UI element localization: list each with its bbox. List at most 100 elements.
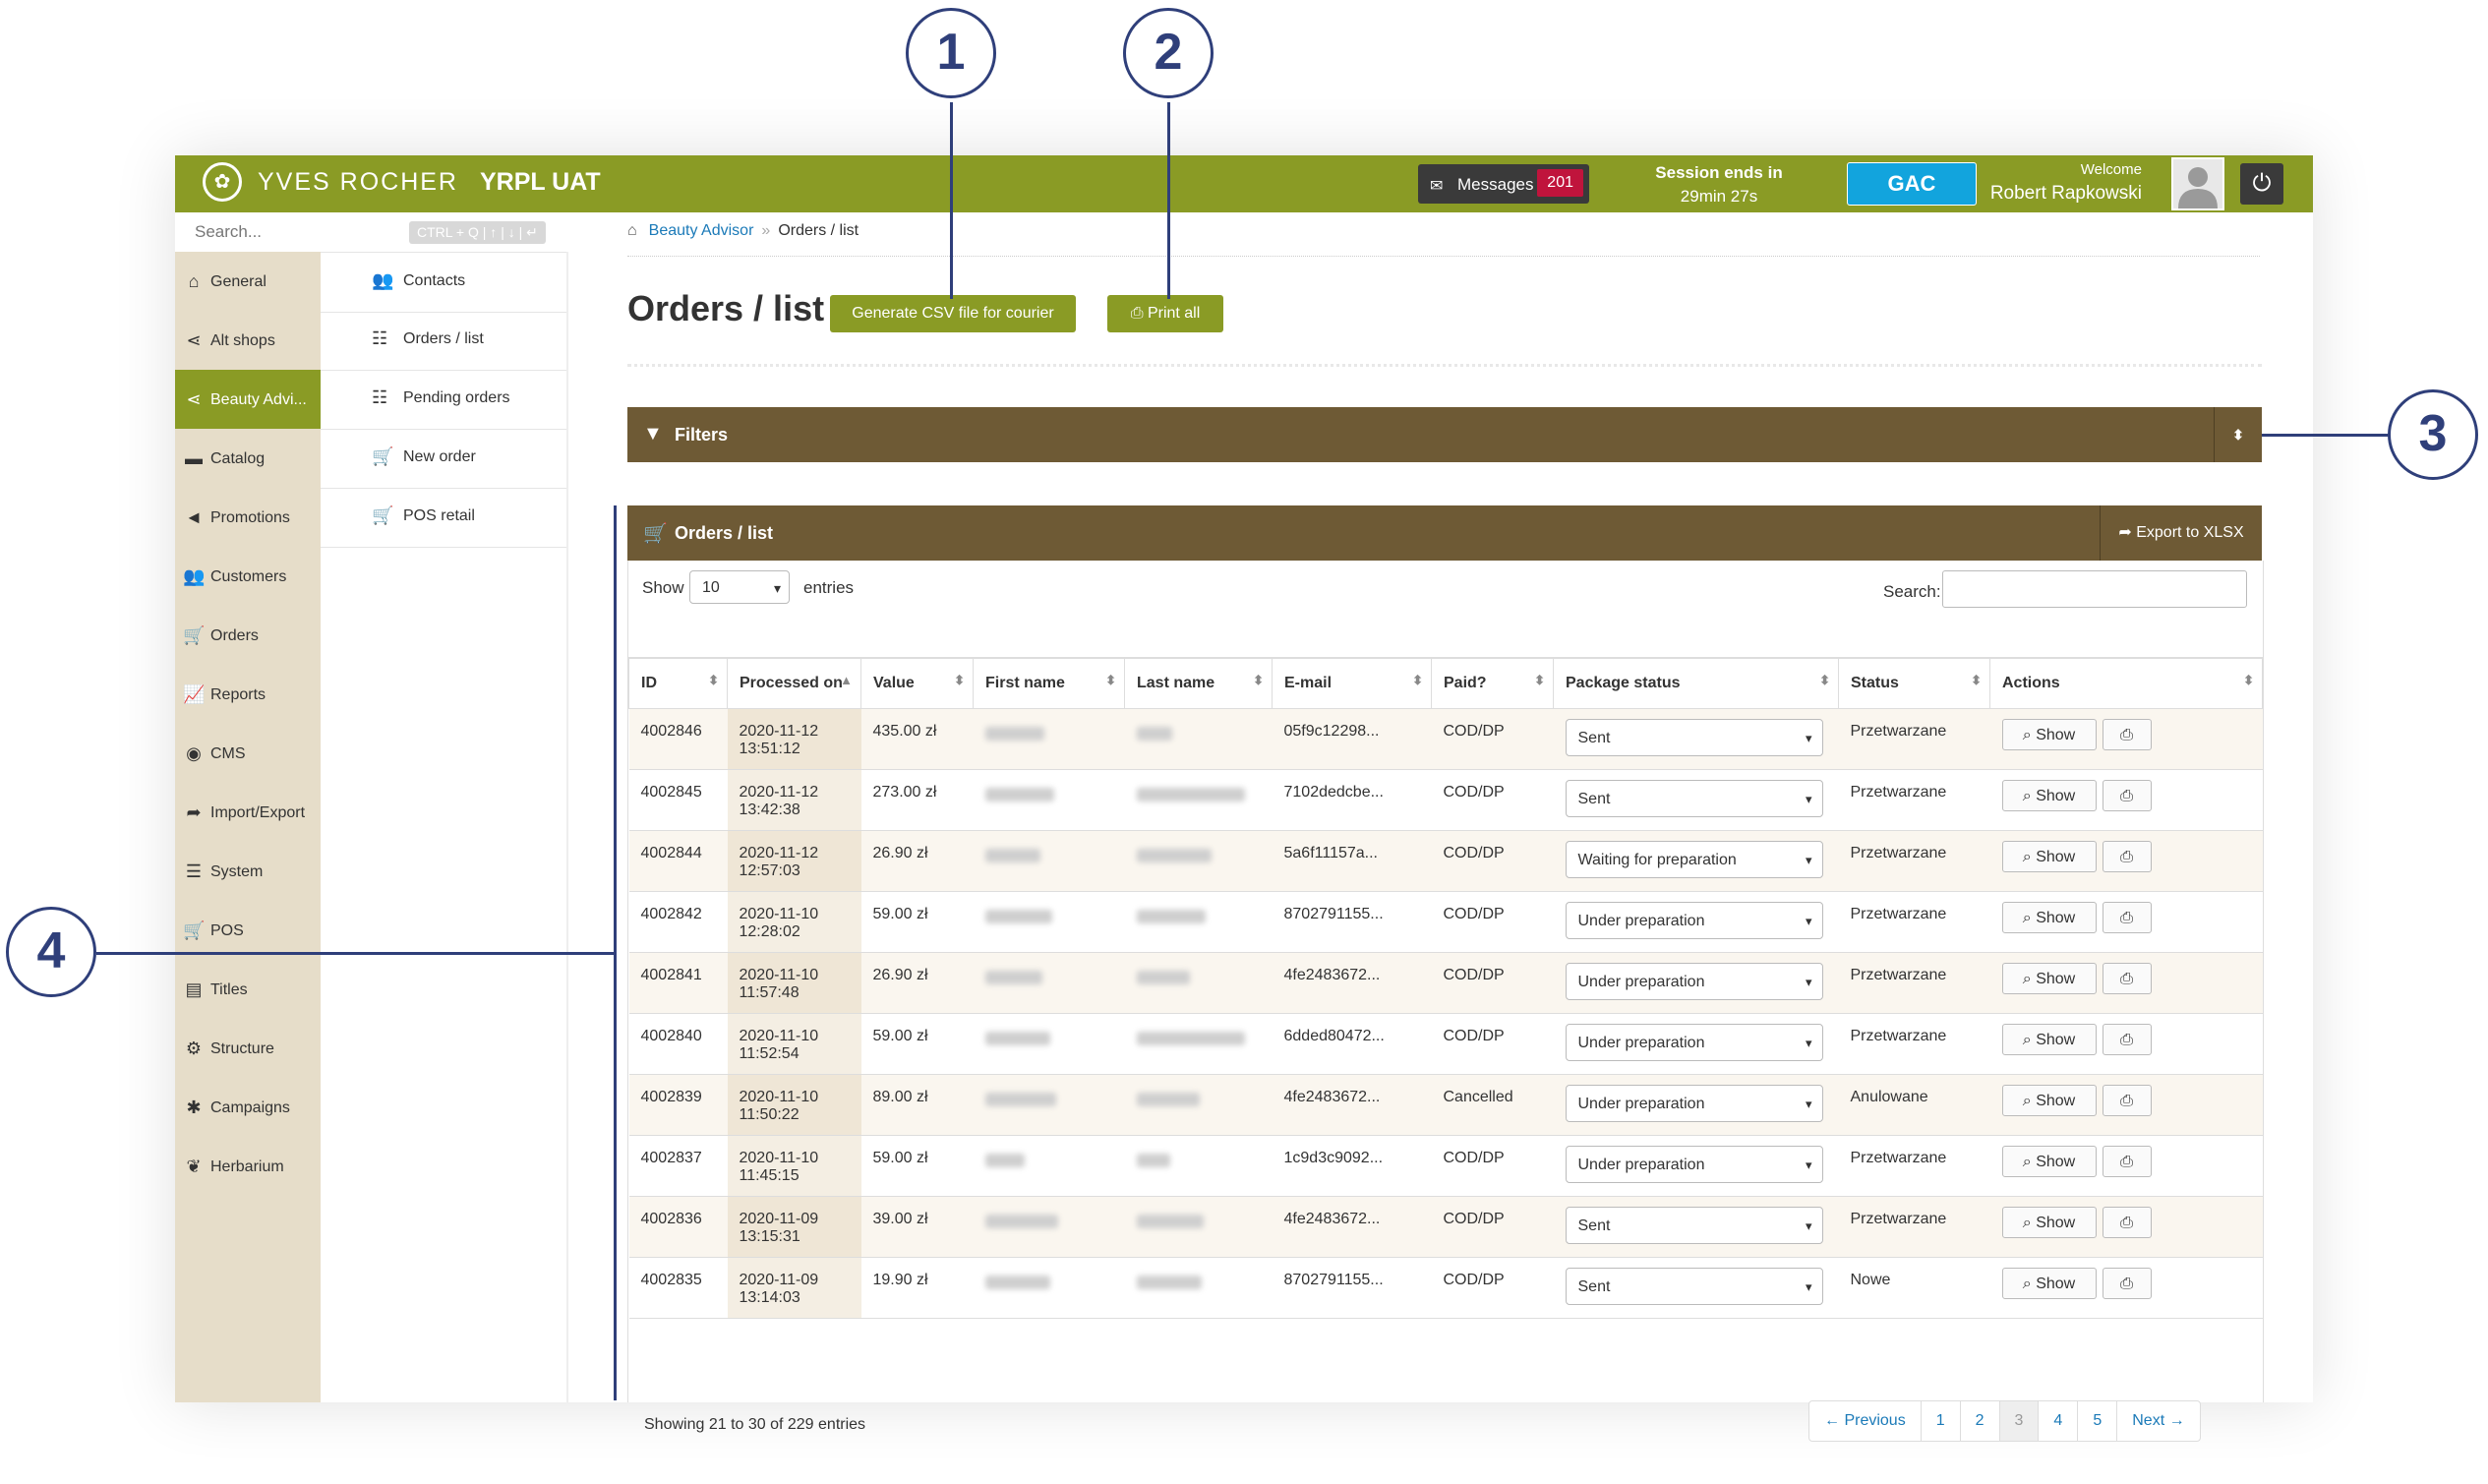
sidebar-item-orders[interactable]: 🛒 Orders xyxy=(175,606,321,665)
column-header-email[interactable]: E-mail ⬍ xyxy=(1272,657,1432,709)
sidebar-item-beauty-advisor[interactable]: ⋖ Beauty Advi... xyxy=(175,370,321,429)
column-header-actions[interactable]: Actions ⬍ xyxy=(1989,657,2263,709)
column-header-processed-on[interactable]: Processed on ▲ xyxy=(727,657,861,709)
pagination-page-5[interactable]: 5 xyxy=(2078,1401,2118,1441)
cell-last-name xyxy=(1124,1257,1273,1319)
search-icon: ⌕ xyxy=(2022,1032,2037,1048)
column-header-id[interactable]: ID ⬍ xyxy=(628,657,728,709)
show-button[interactable]: ⌕ Show xyxy=(2001,1024,2097,1055)
column-header-first-name[interactable]: First name ⬍ xyxy=(973,657,1125,709)
pagination-page-2[interactable]: 2 xyxy=(1961,1401,2000,1441)
cart-icon: 🛒 xyxy=(183,920,206,940)
sidebar-item-catalog[interactable]: ▬ Catalog xyxy=(175,429,321,488)
sidebar-item-cms[interactable]: ◉ CMS xyxy=(175,724,321,783)
print-all-button[interactable]: ⎙ Print all xyxy=(1107,295,1223,332)
print-button[interactable]: ⎙ xyxy=(2102,1146,2152,1177)
print-button[interactable]: ⎙ xyxy=(2102,1207,2152,1238)
package-status-select[interactable]: Under preparation ▾ xyxy=(1565,902,1823,939)
show-button[interactable]: ⌕ Show xyxy=(2001,1146,2097,1177)
search-input[interactable]: Search... xyxy=(195,222,262,242)
show-button[interactable]: ⌕ Show xyxy=(2001,780,2097,811)
print-button[interactable]: ⎙ xyxy=(2102,1268,2152,1299)
print-button[interactable]: ⎙ xyxy=(2102,902,2152,933)
sidebar-item-herbarium[interactable]: ❦ Herbarium xyxy=(175,1137,321,1196)
print-button[interactable]: ⎙ xyxy=(2102,1085,2152,1116)
subnav-item-pos-retail[interactable]: 🛒 POS retail xyxy=(321,488,566,548)
print-button[interactable]: ⎙ xyxy=(2102,963,2152,994)
home-icon[interactable]: ⌂ xyxy=(627,222,637,239)
messages-button[interactable]: ✉ Messages 201 xyxy=(1418,164,1589,204)
package-status-select[interactable]: Under preparation ▾ xyxy=(1565,1024,1823,1061)
print-button[interactable]: ⎙ xyxy=(2102,1024,2152,1055)
package-status-select[interactable]: Sent ▾ xyxy=(1565,1268,1823,1305)
generate-csv-button[interactable]: Generate CSV file for courier xyxy=(830,295,1076,332)
sidebar-item-promotions[interactable]: ◄ Promotions xyxy=(175,488,321,547)
asterisk-icon: ✱ xyxy=(186,1098,202,1117)
sidebar-item-structure[interactable]: ⚙ Structure xyxy=(175,1019,321,1078)
package-status-select[interactable]: Sent ▾ xyxy=(1565,780,1823,817)
redacted-first-name xyxy=(984,910,1052,923)
export-xlsx-button[interactable]: ➦ Export to XLSX xyxy=(2100,505,2262,561)
package-status-select[interactable]: Sent ▾ xyxy=(1565,1207,1823,1244)
print-button[interactable]: ⎙ xyxy=(2102,719,2152,750)
subnav-item-new-order[interactable]: 🛒 New order xyxy=(321,429,566,489)
pagination-next[interactable]: Next → xyxy=(2117,1401,2199,1441)
avatar[interactable] xyxy=(2171,157,2224,210)
package-status-select[interactable]: Sent ▾ xyxy=(1565,719,1823,756)
print-button[interactable]: ⎙ xyxy=(2102,780,2152,811)
entries-label: entries xyxy=(803,578,855,597)
print-button[interactable]: ⎙ xyxy=(2102,841,2152,872)
column-header-paid[interactable]: Paid? ⬍ xyxy=(1431,657,1554,709)
pagination-page-4[interactable]: 4 xyxy=(2039,1401,2079,1441)
package-status-select[interactable]: Under preparation ▾ xyxy=(1565,1146,1823,1183)
sidebar-item-titles[interactable]: ▤ Titles xyxy=(175,960,321,1019)
sidebar-item-import-export[interactable]: ➦ Import/Export xyxy=(175,783,321,842)
subnav-item-contacts[interactable]: 👥 Contacts xyxy=(321,252,566,313)
gac-button[interactable]: GAC xyxy=(1847,162,1977,206)
sidebar-search[interactable]: Search... CTRL + Q | ↑ | ↓ | ↵ xyxy=(175,212,566,253)
list-icon: ☷ xyxy=(372,328,388,348)
callout-4: 4 xyxy=(6,907,96,997)
column-header-package-status[interactable]: Package status ⬍ xyxy=(1553,657,1839,709)
show-button[interactable]: ⌕ Show xyxy=(2001,1085,2097,1116)
sidebar-item-campaigns[interactable]: ✱ Campaigns xyxy=(175,1078,321,1137)
cell-first-name xyxy=(973,952,1125,1014)
divider xyxy=(627,364,2262,367)
home-icon: ⌂ xyxy=(188,271,200,291)
table-search-input[interactable] xyxy=(1942,570,2247,608)
subnav-item-orders-list[interactable]: ☷ Orders / list xyxy=(321,311,566,371)
sidebar-item-customers[interactable]: 👥 Customers xyxy=(175,547,321,606)
sidebar-item-pos[interactable]: 🛒 POS xyxy=(175,901,321,960)
sidebar-item-general[interactable]: ⌂ General xyxy=(175,252,321,311)
package-status-select[interactable]: Waiting for preparation ▾ xyxy=(1565,841,1823,878)
show-button[interactable]: ⌕ Show xyxy=(2001,1268,2097,1299)
sort-icon: ⬍ xyxy=(1819,673,1830,687)
sidebar-item-system[interactable]: ☰ System xyxy=(175,842,321,901)
package-status-select[interactable]: Under preparation ▾ xyxy=(1565,963,1823,1000)
sort-toggle-icon[interactable]: ⬍ xyxy=(2214,407,2262,462)
show-button[interactable]: ⌕ Show xyxy=(2001,1207,2097,1238)
cell-actions: ⌕ Show ⎙ xyxy=(1989,1196,2263,1258)
show-button[interactable]: ⌕ Show xyxy=(2001,902,2097,933)
breadcrumb-link-beauty-advisor[interactable]: Beauty Advisor xyxy=(649,222,754,239)
package-status-select[interactable]: Under preparation ▾ xyxy=(1565,1085,1823,1122)
column-header-status[interactable]: Status ⬍ xyxy=(1838,657,1990,709)
filters-panel-header[interactable]: ▼ Filters ⬍ xyxy=(627,407,2262,462)
welcome-label: Welcome xyxy=(2080,161,2142,178)
pagination-page-1[interactable]: 1 xyxy=(1922,1401,1961,1441)
entries-select[interactable]: 10 ▾ xyxy=(689,570,790,604)
show-button[interactable]: ⌕ Show xyxy=(2001,719,2097,750)
subnav-item-label: Pending orders xyxy=(403,389,510,406)
sidebar-item-reports[interactable]: 📈 Reports xyxy=(175,665,321,724)
cell-email: 4fe2483672... xyxy=(1272,952,1432,1014)
pagination-previous[interactable]: ← Previous xyxy=(1809,1401,1922,1441)
show-button[interactable]: ⌕ Show xyxy=(2001,841,2097,872)
search-shortcut: CTRL + Q | ↑ | ↓ | ↵ xyxy=(409,221,546,244)
column-header-last-name[interactable]: Last name ⬍ xyxy=(1124,657,1273,709)
power-icon[interactable]: ⏻ xyxy=(2240,163,2283,205)
sidebar-item-alt-shops[interactable]: ⋖ Alt shops xyxy=(175,311,321,370)
subnav-item-pending-orders[interactable]: ☷ Pending orders xyxy=(321,370,566,430)
show-button[interactable]: ⌕ Show xyxy=(2001,963,2097,994)
column-header-value[interactable]: Value ⬍ xyxy=(860,657,974,709)
printer-icon: ⎙ xyxy=(2120,1215,2133,1231)
